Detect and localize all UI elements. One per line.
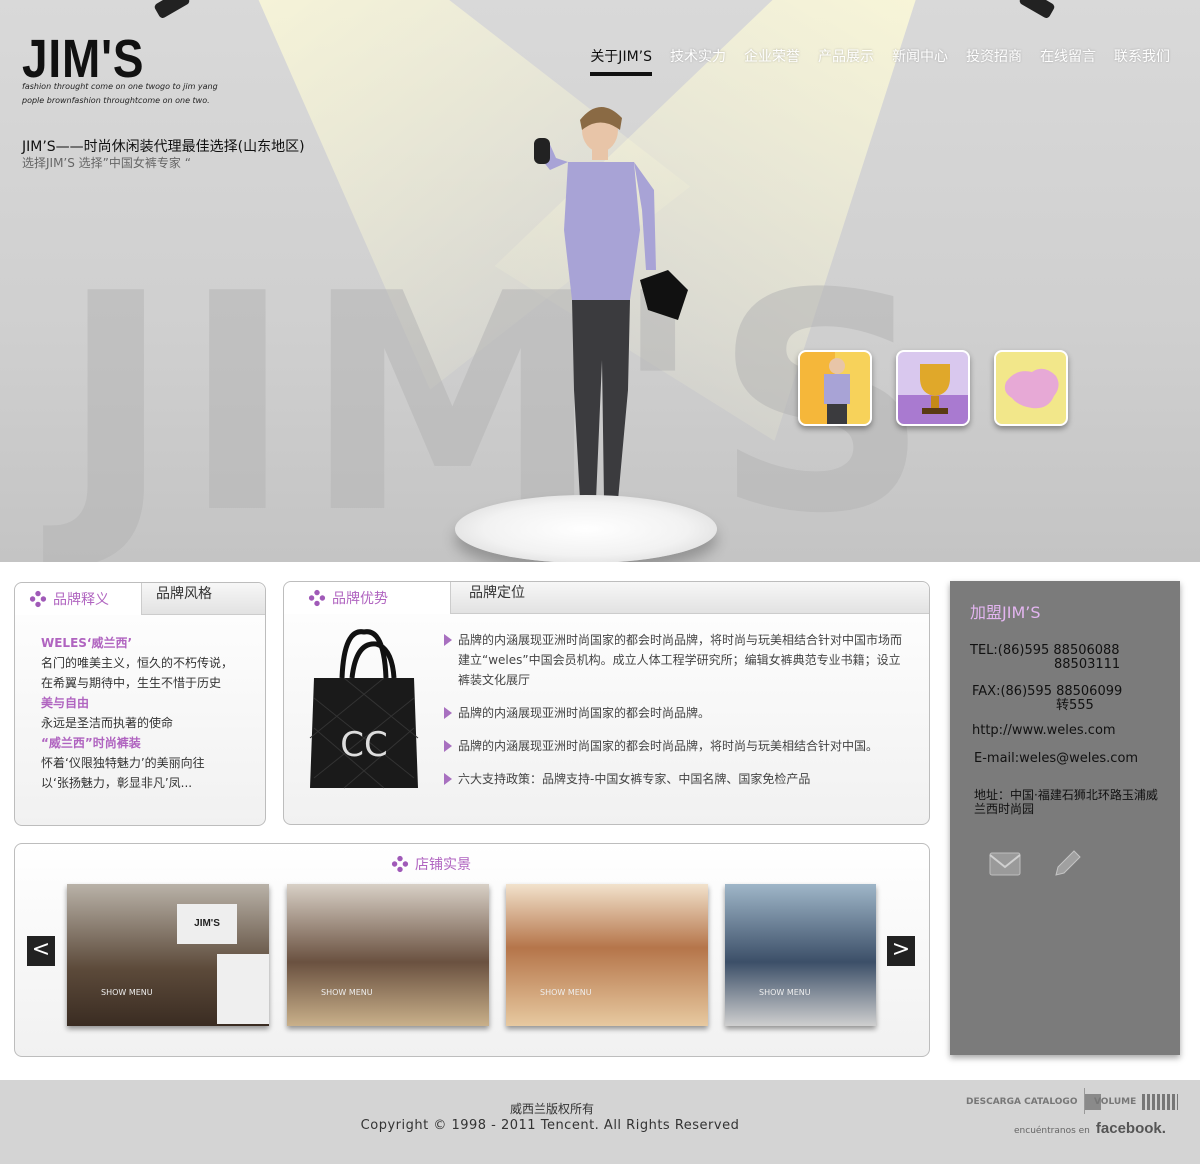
nav-item-invest[interactable]: 投资招商 [966,46,1022,76]
contact-sidebar: 加盟JIM’S TEL:(86)595 88506088 88503111 FA… [950,581,1180,1055]
photo-caption: SHOW MENU [321,988,373,997]
footer-copyright-cn: 威西兰版权所有 [509,1102,594,1116]
text-line: 怀着‘仪限独特魅力’的美丽向往 [41,756,205,770]
hero-headline: JIM’S——时尚休闲装代理最佳选择(山东地区) [22,139,305,155]
text-line: 名门的唯美主义，恒久的不朽传说， [41,656,234,670]
list-item: 品牌的内涵展现亚洲时尚国家的都会时尚品牌，将时尚与玩美相结合针对中国市场而建立“… [444,630,904,690]
text-line: “威兰西”时尚裤装 [41,736,141,750]
flower-icon [308,589,326,607]
svg-text:CC: CC [340,725,387,765]
facebook-link[interactable]: encuéntranos en facebook. [1014,1120,1166,1137]
trophy-icon [920,364,950,414]
store-sign: JIM'S [177,904,237,944]
brand-advantage-panel: 品牌优势 品牌定位 CC 品牌的内涵展现亚洲时尚国家的都会时尚品牌，将时尚与玩美… [283,581,930,825]
flower-icon [29,590,47,608]
photo-caption: SHOW MENU [540,988,592,997]
store-photo[interactable]: SHOW MENU [725,884,876,1026]
tab-label: 品牌优势 [332,591,388,607]
nav-item-about[interactable]: 关于JIM’S [590,46,652,76]
tab-brand-positioning[interactable]: 品牌定位 [450,582,929,614]
text-line: 永远是圣洁而执著的使命 [41,716,174,730]
china-map-icon [1004,368,1059,409]
volume-label: VOLUME [1094,1097,1137,1107]
thumbnail-china-map[interactable] [994,350,1068,426]
contact-fax-ext: 转555 [1056,698,1094,713]
text-line: WELES‘威兰西’ [41,636,133,650]
footer-divider [1084,1088,1085,1114]
logo-tagline: fashion throught come on one twogo to ji… [22,82,218,105]
nav-item-message[interactable]: 在线留言 [1040,46,1096,76]
nav-item-contact[interactable]: 联系我们 [1114,46,1170,76]
footer-copyright-en: Copyright © 1998 - 2011 Tencent. All Rig… [360,1118,740,1133]
site-footer: 威西兰版权所有 Copyright © 1998 - 2011 Tencent.… [0,1080,1200,1164]
model-figure-image [534,106,688,519]
advantage-tabs: 品牌优势 品牌定位 [284,582,929,614]
tab-brand-advantage[interactable]: 品牌优势 [284,582,450,614]
brand-meaning-panel: 品牌释义 品牌风格 WELES‘威兰西’ 名门的唯美主义，恒久的不朽传说， 在希… [14,582,266,826]
display-pedestal [455,495,717,562]
list-item: 六大支持政策：品牌支持-中国女裤专家、中国名牌、国家免检产品 [444,769,904,789]
photo-caption: SHOW MENU [101,988,153,997]
photo-caption: SHOW MENU [759,988,811,997]
catalog-download[interactable]: DESCARGA CATALOGO [966,1094,1102,1110]
catalog-label: DESCARGA CATALOGO [966,1097,1078,1107]
text-line: 在希翼与期待中，生生不惜于历史 [41,676,222,690]
handbag-image: CC [309,629,419,789]
contact-fax: FAX:(86)595 88506099 [972,684,1123,699]
tab-brand-style[interactable]: 品牌风格 [141,583,265,615]
contact-email-link[interactable]: E-mail:weles@weles.com [974,752,1138,766]
brand-tabs: 品牌释义 品牌风格 [15,583,265,615]
volume-control[interactable]: VOLUME [1094,1094,1179,1110]
store-photo[interactable]: SHOW MENU [287,884,489,1026]
store-photo[interactable]: JIM'S SHOW MENU [67,884,269,1026]
contact-title: 加盟JIM’S [970,603,1041,622]
model-thumb-icon [824,358,850,424]
gallery-next-button[interactable]: > [887,936,915,966]
contact-address: 地址：中国·福建石狮北环路玉浦威兰西时尚园 [974,788,1158,816]
spotlight-lamp-icon [153,0,191,20]
volume-bars-icon [1142,1094,1179,1110]
store-sign-text: JIM'S [194,918,220,929]
section-title: 店铺实景 [415,857,471,873]
main-nav: 关于JIM’S 技术实力 企业荣誉 产品展示 新闻中心 投资招商 在线留言 联系… [590,46,1170,76]
nav-item-honors[interactable]: 企业荣誉 [744,46,800,76]
store-gallery-title: 店铺实景 [391,854,471,874]
text-line: 美与自由 [41,696,90,710]
text-line: 以‘张扬魅力，彰显非凡’凤... [41,776,193,790]
flower-icon [391,855,409,873]
contact-tel: TEL:(86)595 88506088 [970,643,1120,658]
nav-item-news[interactable]: 新闻中心 [892,46,948,76]
contact-website-link[interactable]: http://www.weles.com [972,724,1116,738]
thumbnail-trophy[interactable] [896,350,970,426]
facebook-prefix: encuéntranos en [1014,1126,1090,1136]
nav-item-tech[interactable]: 技术实力 [670,46,726,76]
spotlight-lamp-icon [1018,0,1056,20]
list-item: 品牌的内涵展现亚洲时尚国家的都会时尚品牌，将时尚与玩美相结合针对中国。 [444,736,904,756]
contact-tel-2: 88503111 [1054,657,1121,672]
hero-banner: JIM'S JIM'S fashion throught come on one… [0,0,1200,562]
brand-meaning-text: WELES‘威兰西’ 名门的唯美主义，恒久的不朽传说， 在希翼与期待中，生生不惜… [15,615,265,793]
hero-subline: 选择JIM’S 选择”中国女裤专家 “ [22,156,191,170]
tab-brand-meaning[interactable]: 品牌释义 [15,583,141,615]
nav-item-products[interactable]: 产品展示 [818,46,874,76]
display-shelf [217,954,269,1024]
thumbnail-model[interactable] [798,350,872,426]
edit-pencil-icon[interactable] [1050,845,1084,883]
facebook-logo: facebook. [1095,1120,1166,1137]
tab-label: 品牌释义 [53,592,109,608]
advantage-list: 品牌的内涵展现亚洲时尚国家的都会时尚品牌，将时尚与玩美相结合针对中国市场而建立“… [444,630,904,802]
gallery-prev-button[interactable]: < [27,936,55,966]
list-item: 品牌的内涵展现亚洲时尚国家的都会时尚品牌。 [444,703,904,723]
store-photo[interactable]: SHOW MENU [506,884,708,1026]
mail-icon[interactable] [988,847,1022,881]
